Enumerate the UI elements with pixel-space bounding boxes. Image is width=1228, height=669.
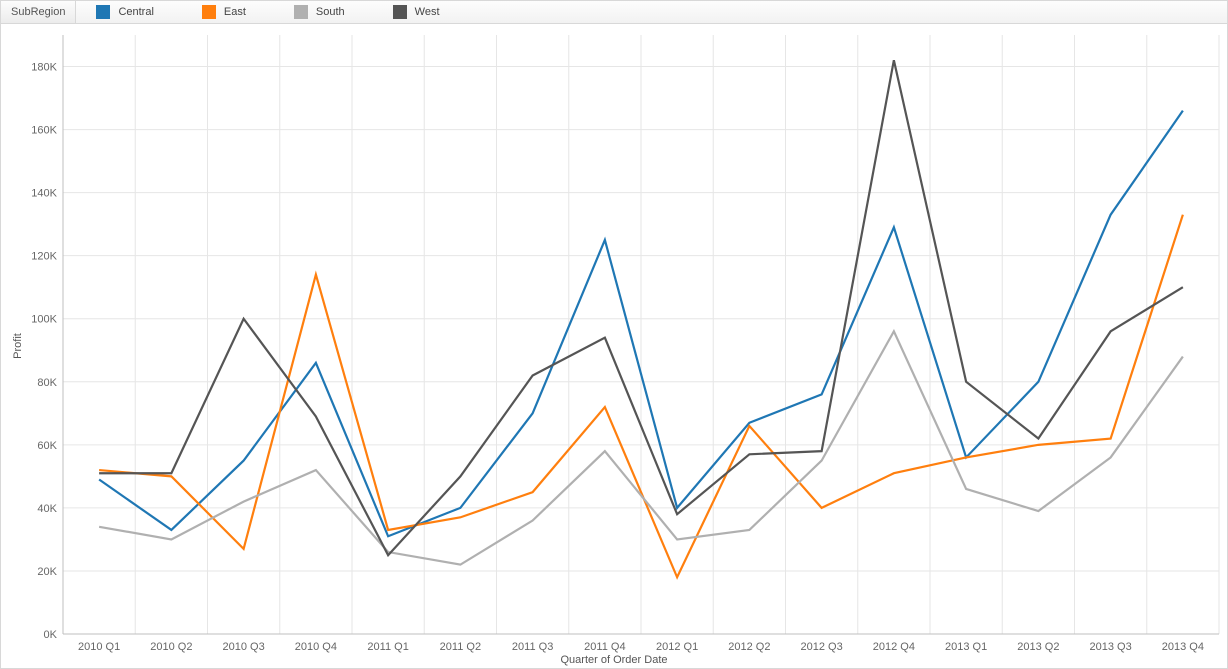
svg-text:20K: 20K: [37, 566, 57, 578]
legend-swatch-icon: [294, 5, 308, 19]
svg-text:2010 Q2: 2010 Q2: [150, 641, 192, 653]
svg-text:100K: 100K: [31, 314, 57, 326]
legend-item-central[interactable]: Central: [96, 5, 153, 19]
svg-text:2013 Q4: 2013 Q4: [1162, 641, 1204, 653]
legend-label: East: [224, 6, 246, 18]
legend-label: Central: [118, 6, 153, 18]
svg-text:180K: 180K: [31, 62, 57, 74]
svg-text:2012 Q1: 2012 Q1: [656, 641, 698, 653]
legend-swatch-icon: [202, 5, 216, 19]
svg-text:120K: 120K: [31, 251, 57, 263]
legend-swatch-icon: [96, 5, 110, 19]
chart-container: SubRegion Central East South West Profit…: [0, 0, 1228, 669]
legend-items: Central East South West: [76, 1, 439, 23]
legend-bar: SubRegion Central East South West: [1, 1, 1227, 24]
svg-text:2010 Q4: 2010 Q4: [295, 641, 337, 653]
svg-text:2013 Q3: 2013 Q3: [1090, 641, 1132, 653]
svg-text:2010 Q1: 2010 Q1: [78, 641, 120, 653]
svg-text:2011 Q3: 2011 Q3: [512, 641, 553, 653]
svg-text:2012 Q3: 2012 Q3: [801, 641, 843, 653]
svg-text:2011 Q4: 2011 Q4: [584, 641, 625, 653]
svg-text:2012 Q2: 2012 Q2: [728, 641, 770, 653]
svg-text:2012 Q4: 2012 Q4: [873, 641, 915, 653]
plot-area: Profit 0K20K40K60K80K100K120K140K160K180…: [1, 23, 1227, 668]
svg-text:2010 Q3: 2010 Q3: [223, 641, 265, 653]
svg-text:2011 Q2: 2011 Q2: [440, 641, 481, 653]
legend-swatch-icon: [393, 5, 407, 19]
svg-text:2013 Q2: 2013 Q2: [1017, 641, 1059, 653]
legend-item-south[interactable]: South: [294, 5, 345, 19]
legend-item-east[interactable]: East: [202, 5, 246, 19]
svg-text:2011 Q1: 2011 Q1: [367, 641, 408, 653]
svg-text:0K: 0K: [44, 629, 58, 641]
x-axis-label: Quarter of Order Date: [1, 654, 1227, 666]
svg-text:60K: 60K: [37, 440, 57, 452]
svg-text:40K: 40K: [37, 503, 57, 515]
svg-text:80K: 80K: [37, 377, 57, 389]
legend-item-west[interactable]: West: [393, 5, 440, 19]
svg-text:160K: 160K: [31, 125, 57, 137]
legend-label: South: [316, 6, 345, 18]
legend-title: SubRegion: [1, 1, 76, 23]
svg-text:140K: 140K: [31, 188, 57, 200]
legend-label: West: [415, 6, 440, 18]
chart-svg: 0K 20K 40K 60K 80K 100K 120K 140K 160K 180K 2010 Q…: [1, 23, 1227, 668]
svg-text:2013 Q1: 2013 Q1: [945, 641, 987, 653]
